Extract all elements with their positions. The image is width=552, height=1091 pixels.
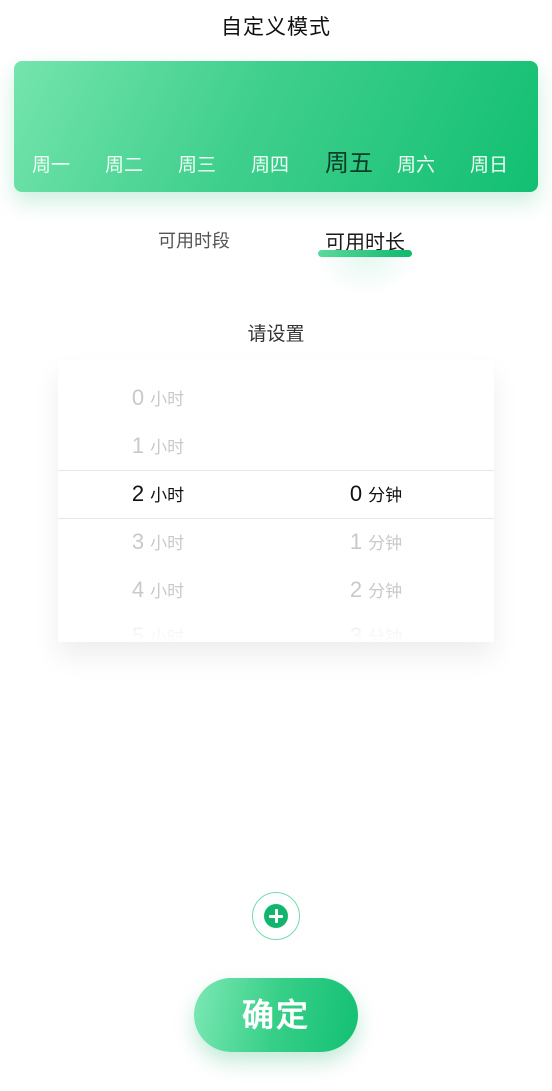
selection-line-top: [58, 470, 494, 471]
minute-option[interactable]: 2 分钟: [276, 566, 476, 614]
picker-fade-top: [58, 360, 494, 384]
active-tab-glow: [314, 256, 418, 296]
picker-fade-bottom: [58, 608, 494, 642]
hour-option[interactable]: 1 小时: [58, 422, 258, 470]
weekday-thu[interactable]: 周四: [240, 145, 300, 185]
weekday-tue[interactable]: 周二: [94, 145, 154, 185]
selection-line-bottom: [58, 518, 494, 519]
plus-circle-icon: [264, 904, 288, 928]
picker-prompt: 请设置: [247, 323, 305, 345]
weekday-wed[interactable]: 周三: [167, 145, 227, 185]
tab-available-period[interactable]: 可用时段: [146, 222, 242, 262]
weekday-fri[interactable]: 周五: [313, 145, 385, 185]
weekday-tabs: 周一 周二 周三 周四 周五 周六 周日: [14, 145, 538, 185]
minute-option[interactable]: 1 分钟: [276, 518, 476, 566]
hours-wheel[interactable]: 0小时 1小时 2小时 3小时 4小时 5小时: [58, 360, 258, 642]
mode-tabs: 可用时段 可用时长: [0, 222, 552, 266]
hour-option[interactable]: 3 小时: [58, 518, 258, 566]
confirm-button[interactable]: 确定: [194, 978, 358, 1052]
minutes-wheel[interactable]: 0分钟 1分钟 2分钟 3分钟: [276, 360, 476, 642]
weekday-sun[interactable]: 周日: [459, 145, 519, 185]
weekday-sat[interactable]: 周六: [386, 145, 446, 185]
add-button[interactable]: [252, 892, 300, 940]
page-title: 自定义模式: [221, 15, 331, 39]
duration-picker[interactable]: 0小时 1小时 2小时 3小时 4小时 5小时 0分钟 1分钟 2分钟 3分钟: [58, 360, 494, 642]
weekday-mon[interactable]: 周一: [21, 145, 81, 185]
weekday-card: 周一 周二 周三 周四 周五 周六 周日: [14, 61, 538, 192]
hour-option-selected[interactable]: 2 小时: [58, 470, 258, 518]
minute-option-selected[interactable]: 0 分钟: [276, 470, 476, 518]
hour-option[interactable]: 4 小时: [58, 566, 258, 614]
